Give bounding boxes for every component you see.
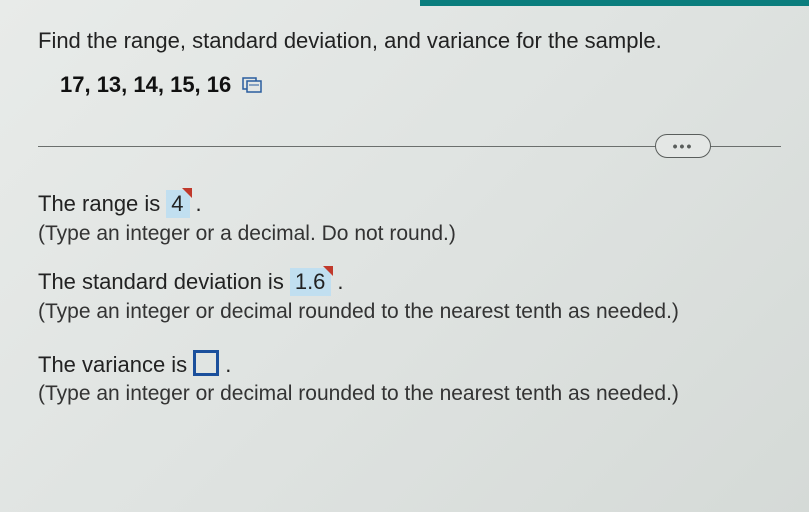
stddev-block: The standard deviation is 1.6. (Type an …: [38, 268, 781, 324]
calculator-icon[interactable]: [241, 76, 263, 94]
variance-line: The variance is .: [38, 346, 231, 378]
range-input-filled[interactable]: 4: [166, 190, 189, 218]
range-block: The range is 4. (Type an integer or a de…: [38, 190, 781, 246]
stddev-input-filled[interactable]: 1.6: [290, 268, 332, 296]
stddev-prefix: The standard deviation is: [38, 269, 284, 295]
variance-block: The variance is . (Type an integer or de…: [38, 346, 781, 406]
question-content: Find the range, standard deviation, and …: [0, 6, 809, 406]
ellipsis-icon: •••: [673, 139, 694, 153]
question-prompt: Find the range, standard deviation, and …: [38, 28, 781, 54]
range-suffix: .: [196, 191, 202, 217]
variance-hint: (Type an integer or decimal rounded to t…: [38, 382, 781, 406]
stddev-line: The standard deviation is 1.6.: [38, 268, 344, 296]
variance-input-empty[interactable]: [193, 350, 219, 376]
range-prefix: The range is: [38, 191, 160, 217]
variance-prefix: The variance is: [38, 352, 187, 378]
more-button[interactable]: •••: [655, 134, 711, 158]
sample-data-row: 17, 13, 14, 15, 16: [60, 72, 781, 98]
range-line: The range is 4.: [38, 190, 202, 218]
sample-values: 17, 13, 14, 15, 16: [60, 72, 231, 98]
range-hint: (Type an integer or a decimal. Do not ro…: [38, 222, 781, 246]
variance-suffix: .: [225, 352, 231, 378]
stddev-hint: (Type an integer or decimal rounded to t…: [38, 300, 781, 324]
stddev-suffix: .: [337, 269, 343, 295]
section-divider: •••: [38, 132, 781, 160]
